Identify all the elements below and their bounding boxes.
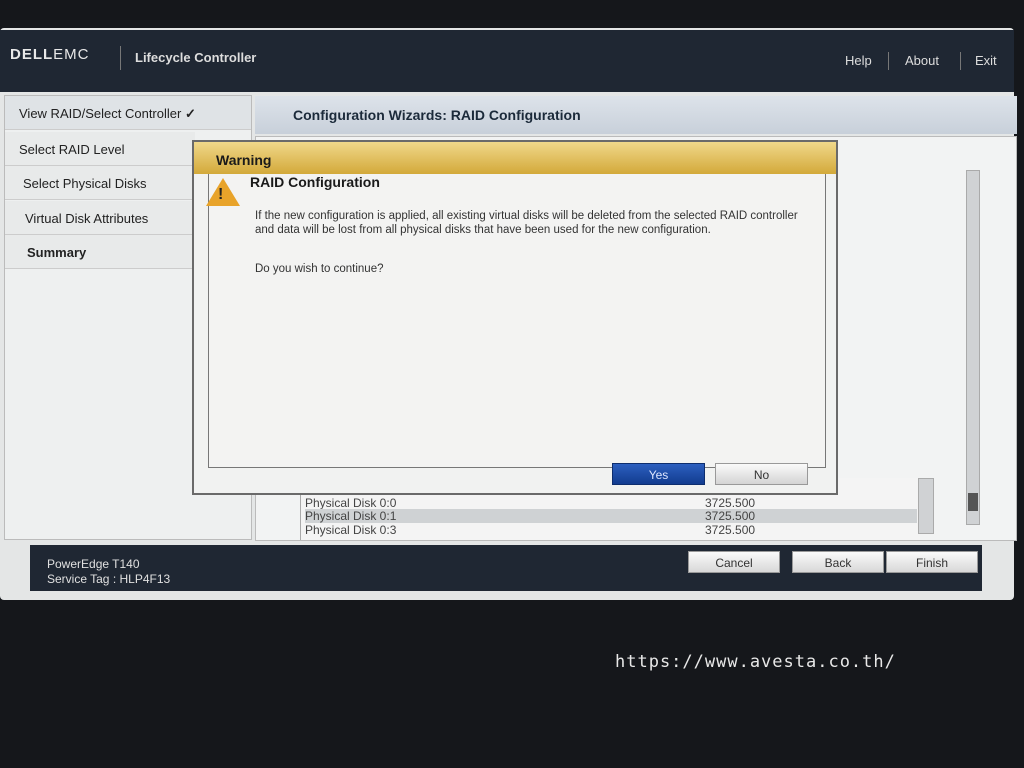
list-item[interactable]: Physical Disk 0:1 3725.500 [305, 509, 917, 523]
disk-name: Physical Disk 0:1 [305, 509, 397, 523]
disk-size: 3725.500 [705, 496, 756, 510]
nav-item-physical-disks[interactable]: Select Physical Disks [5, 166, 195, 200]
cancel-button[interactable]: Cancel [688, 551, 780, 573]
app-title: Lifecycle Controller [135, 50, 257, 65]
watermark: https://www.avesta.co.th/ [615, 652, 896, 672]
dialog-header: Warning [194, 142, 836, 174]
dell-emc-logo: DELLEMC [10, 46, 90, 63]
dialog-question: Do you wish to continue? [255, 263, 384, 275]
nav-item-view-raid[interactable]: View RAID/Select Controller ✓ [5, 96, 251, 130]
nav-item-raid-level[interactable]: Select RAID Level [5, 132, 195, 166]
nav-item-summary[interactable]: Summary [5, 235, 195, 269]
warning-exclamation: ! [218, 186, 224, 203]
nav-item-vd-attributes[interactable]: Virtual Disk Attributes [5, 201, 195, 235]
main-scrollbar[interactable] [966, 170, 980, 525]
nav-label: View RAID/Select Controller [19, 106, 182, 121]
yes-button[interactable]: Yes [612, 463, 705, 485]
list-item[interactable]: Physical Disk 0:0 3725.500 [305, 496, 917, 510]
scroll-thumb[interactable] [968, 493, 978, 511]
finish-button[interactable]: Finish [886, 551, 978, 573]
disk-name: Physical Disk 0:3 [305, 523, 397, 537]
dialog-message: If the new configuration is applied, all… [255, 210, 798, 236]
page-title: Configuration Wizards: RAID Configuratio… [255, 96, 1017, 134]
no-button[interactable]: No [715, 463, 808, 485]
about-link[interactable]: About [905, 53, 939, 68]
server-model: PowerEdge T140 [47, 557, 140, 571]
divider [888, 52, 889, 70]
divider [120, 46, 121, 70]
exit-link[interactable]: Exit [975, 53, 997, 68]
disk-size: 3725.500 [705, 509, 756, 523]
warning-dialog: Warning ! RAID Configuration If the new … [192, 140, 838, 495]
check-icon: ✓ [184, 106, 196, 121]
disk-name: Physical Disk 0:0 [305, 496, 397, 510]
divider [960, 52, 961, 70]
dialog-title: RAID Configuration [250, 174, 380, 190]
help-link[interactable]: Help [845, 53, 872, 68]
service-tag: Service Tag : HLP4F13 [47, 572, 171, 586]
list-item[interactable]: Physical Disk 0:3 3725.500 [305, 523, 917, 537]
list-scrollbar[interactable] [918, 478, 934, 534]
disk-size: 3725.500 [705, 523, 756, 537]
back-button[interactable]: Back [792, 551, 884, 573]
